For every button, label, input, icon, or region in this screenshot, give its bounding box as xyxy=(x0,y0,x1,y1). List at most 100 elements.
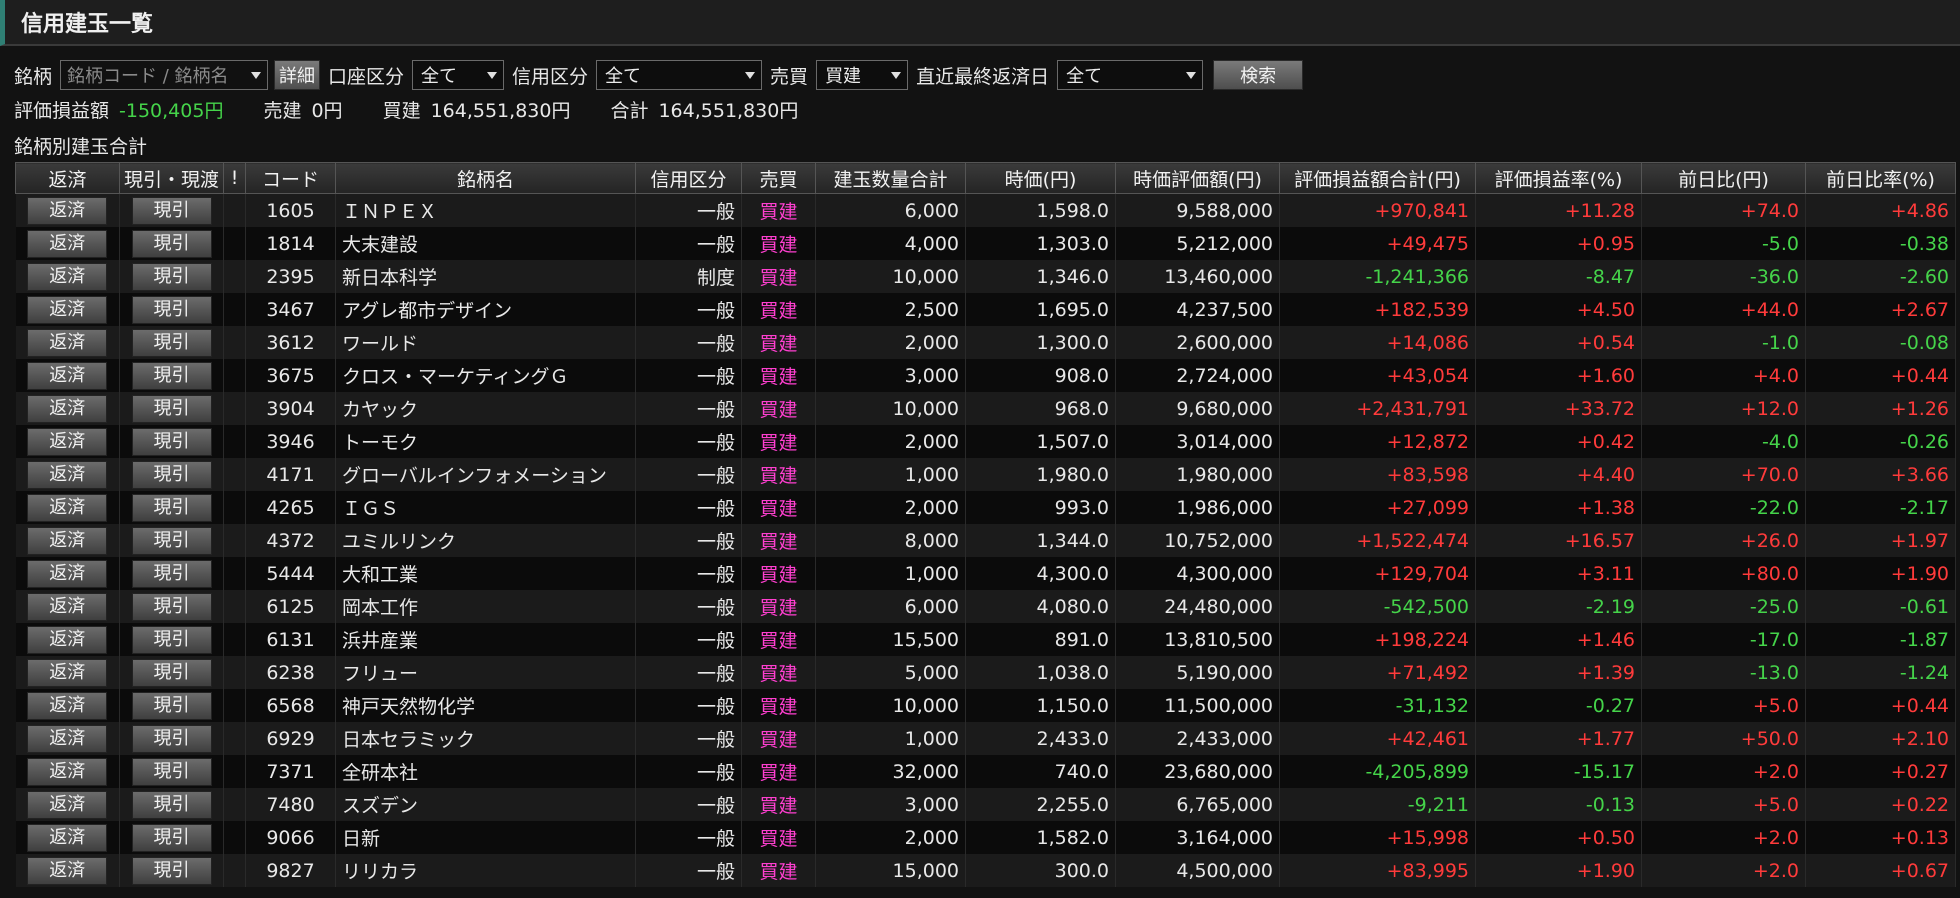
repay-button[interactable]: 返済 xyxy=(27,856,108,885)
table-row[interactable]: 返済 現引 4171 グローバルインフォメーション 一般 買建 1,000 1,980.0 1,… xyxy=(15,458,1957,491)
repay-button[interactable]: 返済 xyxy=(27,790,108,819)
genbiki-button[interactable]: 現引 xyxy=(131,526,212,555)
genbiki-button[interactable]: 現引 xyxy=(131,427,212,456)
col-header-name[interactable]: 銘柄名 xyxy=(335,162,637,194)
search-button[interactable]: 検索 xyxy=(1213,60,1304,90)
table-row[interactable]: 返済 現引 9827 リリカラ 一般 買建 15,000 300.0 4,500,000 +83,… xyxy=(15,854,1957,887)
table-row[interactable]: 返済 現引 6929 日本セラミック 一般 買建 1,000 2,433.0 2,433,000… xyxy=(15,722,1957,755)
table-row[interactable]: 返済 現引 3946 トーモク 一般 買建 2,000 1,507.0 3,014,000 +12… xyxy=(15,425,1957,458)
genbiki-button[interactable]: 現引 xyxy=(131,229,212,258)
repay-button[interactable]: 返済 xyxy=(27,658,108,687)
col-header-change[interactable]: 前日比(円) xyxy=(1641,162,1807,194)
genbiki-button[interactable]: 現引 xyxy=(131,658,212,687)
repay-button[interactable]: 返済 xyxy=(27,361,108,390)
repay-button[interactable]: 返済 xyxy=(27,757,108,786)
genbiki-button[interactable]: 現引 xyxy=(131,328,212,357)
col-header-alert[interactable]: ! xyxy=(223,162,247,194)
table-row[interactable]: 返済 現引 7371 全研本社 一般 買建 32,000 740.0 23,680,000 -4,… xyxy=(15,755,1957,788)
brand-search-input[interactable]: 銘柄コード / 銘柄名 xyxy=(60,60,269,90)
repay-button[interactable]: 返済 xyxy=(27,427,108,456)
col-header-code[interactable]: コード xyxy=(245,162,337,194)
repay-button[interactable]: 返済 xyxy=(27,295,108,324)
trade-select[interactable]: 買建 xyxy=(816,60,909,90)
table-row[interactable]: 返済 現引 1814 大末建設 一般 買建 4,000 1,303.0 5,212,000 +49… xyxy=(15,227,1957,260)
name-cell: 新日本科学 xyxy=(335,260,637,293)
genbiki-button[interactable]: 現引 xyxy=(131,592,212,621)
genbiki-button[interactable]: 現引 xyxy=(131,757,212,786)
col-header-change-rate[interactable]: 前日比率(%) xyxy=(1805,162,1957,194)
genbiki-button[interactable]: 現引 xyxy=(131,493,212,522)
repay-button[interactable]: 返済 xyxy=(27,559,108,588)
repay-button[interactable]: 返済 xyxy=(27,625,108,654)
col-header-market-value[interactable]: 時価評価額(円) xyxy=(1115,162,1281,194)
repay-button[interactable]: 返済 xyxy=(27,526,108,555)
genbiki-button[interactable]: 現引 xyxy=(131,823,212,852)
table-row[interactable]: 返済 現引 1605 ＩＮＰＥＸ 一般 買建 6,000 1,598.0 9,588,000 +9… xyxy=(15,193,1957,227)
table-row[interactable]: 返済 現引 4372 ユミルリンク 一般 買建 8,000 1,344.0 10,752,000… xyxy=(15,524,1957,557)
pl-rate-cell: -2.19 xyxy=(1475,590,1643,623)
col-header-pl-rate[interactable]: 評価損益率(%) xyxy=(1475,162,1643,194)
table-row[interactable]: 返済 現引 6125 岡本工作 一般 買建 6,000 4,080.0 24,480,000 -5… xyxy=(15,590,1957,623)
repay-button[interactable]: 返済 xyxy=(27,592,108,621)
col-header-quantity[interactable]: 建玉数量合計 xyxy=(815,162,967,194)
genbiki-button[interactable]: 現引 xyxy=(131,361,212,390)
repay-button[interactable]: 返済 xyxy=(27,394,108,423)
genbiki-button[interactable]: 現引 xyxy=(131,295,212,324)
col-header-repay[interactable]: 返済 xyxy=(15,162,120,194)
genbiki-button[interactable]: 現引 xyxy=(131,790,212,819)
repay-cell: 返済 xyxy=(15,293,120,326)
code-cell: 4171 xyxy=(245,458,337,491)
col-header-genbiki[interactable]: 現引・現渡 xyxy=(118,162,225,194)
genbiki-button[interactable]: 現引 xyxy=(131,394,212,423)
repay-button[interactable]: 返済 xyxy=(27,493,108,522)
chevron-down-icon xyxy=(487,72,498,79)
table-row[interactable]: 返済 現引 4265 ＩＧＳ 一般 買建 2,000 993.0 1,986,000 +27,09… xyxy=(15,491,1957,524)
table-row[interactable]: 返済 現引 6131 浜井産業 一般 買建 15,500 891.0 13,810,500 +19… xyxy=(15,623,1957,656)
genbiki-button[interactable]: 現引 xyxy=(131,559,212,588)
col-header-pl-total[interactable]: 評価損益額合計(円) xyxy=(1279,162,1477,194)
genbiki-button[interactable]: 現引 xyxy=(131,691,212,720)
quantity-cell: 15,000 xyxy=(815,854,967,887)
account-select[interactable]: 全て xyxy=(412,60,505,90)
table-row[interactable]: 返済 現引 6568 神戸天然物化学 一般 買建 10,000 1,150.0 11,500,0… xyxy=(15,689,1957,722)
date-select[interactable]: 全て xyxy=(1057,60,1204,90)
market-value-cell: 4,500,000 xyxy=(1115,854,1281,887)
table-row[interactable]: 返済 現引 3467 アグレ都市デザイン 一般 買建 2,500 1,695.0 4,237,5… xyxy=(15,293,1957,326)
chevron-down-icon xyxy=(1186,72,1197,79)
name-cell: クロス・マーケティングＧ xyxy=(335,359,637,392)
table-row[interactable]: 返済 現引 7480 スズデン 一般 買建 3,000 2,255.0 6,765,000 -9,… xyxy=(15,788,1957,821)
detail-button[interactable]: 詳細 xyxy=(274,60,321,90)
table-row[interactable]: 返済 現引 5444 大和工業 一般 買建 1,000 4,300.0 4,300,000 +12… xyxy=(15,557,1957,590)
table-row[interactable]: 返済 現引 3612 ワールド 一般 買建 2,000 1,300.0 2,600,000 +14… xyxy=(15,326,1957,359)
col-header-credit-type[interactable]: 信用区分 xyxy=(635,162,743,194)
repay-button[interactable]: 返済 xyxy=(27,262,108,291)
price-cell: 1,346.0 xyxy=(965,260,1117,293)
change-rate-cell: -2.17 xyxy=(1805,491,1957,524)
table-row[interactable]: 返済 現引 2395 新日本科学 制度 買建 10,000 1,346.0 13,460,000… xyxy=(15,260,1957,293)
table-row[interactable]: 返済 現引 9066 日新 一般 買建 2,000 1,582.0 3,164,000 +15,9… xyxy=(15,821,1957,854)
repay-button[interactable]: 返済 xyxy=(27,328,108,357)
genbiki-button[interactable]: 現引 xyxy=(131,262,212,291)
genbiki-button[interactable]: 現引 xyxy=(131,724,212,753)
side-cell: 買建 xyxy=(741,623,817,656)
repay-button[interactable]: 返済 xyxy=(27,823,108,852)
genbiki-button[interactable]: 現引 xyxy=(131,460,212,489)
genbiki-button[interactable]: 現引 xyxy=(131,625,212,654)
credit-select[interactable]: 全て xyxy=(596,60,763,90)
repay-button[interactable]: 返済 xyxy=(27,691,108,720)
genbiki-cell: 現引 xyxy=(119,425,225,458)
genbiki-button[interactable]: 現引 xyxy=(131,856,212,885)
table-row[interactable]: 返済 現引 3904 カヤック 一般 買建 10,000 968.0 9,680,000 +2,4… xyxy=(15,392,1957,425)
col-header-price[interactable]: 時価(円) xyxy=(965,162,1117,194)
repay-button[interactable]: 返済 xyxy=(27,460,108,489)
market-value-cell: 3,014,000 xyxy=(1115,425,1281,458)
genbiki-button[interactable]: 現引 xyxy=(131,196,212,225)
repay-button[interactable]: 返済 xyxy=(27,724,108,753)
table-row[interactable]: 返済 現引 6238 フリュー 一般 買建 5,000 1,038.0 5,190,000 +71… xyxy=(15,656,1957,689)
market-value-cell: 24,480,000 xyxy=(1115,590,1281,623)
repay-button[interactable]: 返済 xyxy=(27,229,108,258)
col-header-side[interactable]: 売買 xyxy=(741,162,817,194)
table-row[interactable]: 返済 現引 3675 クロス・マーケティングＧ 一般 買建 3,000 908.0 2,724,… xyxy=(15,359,1957,392)
pl-rate-cell: +4.50 xyxy=(1475,293,1643,326)
repay-button[interactable]: 返済 xyxy=(27,196,108,225)
